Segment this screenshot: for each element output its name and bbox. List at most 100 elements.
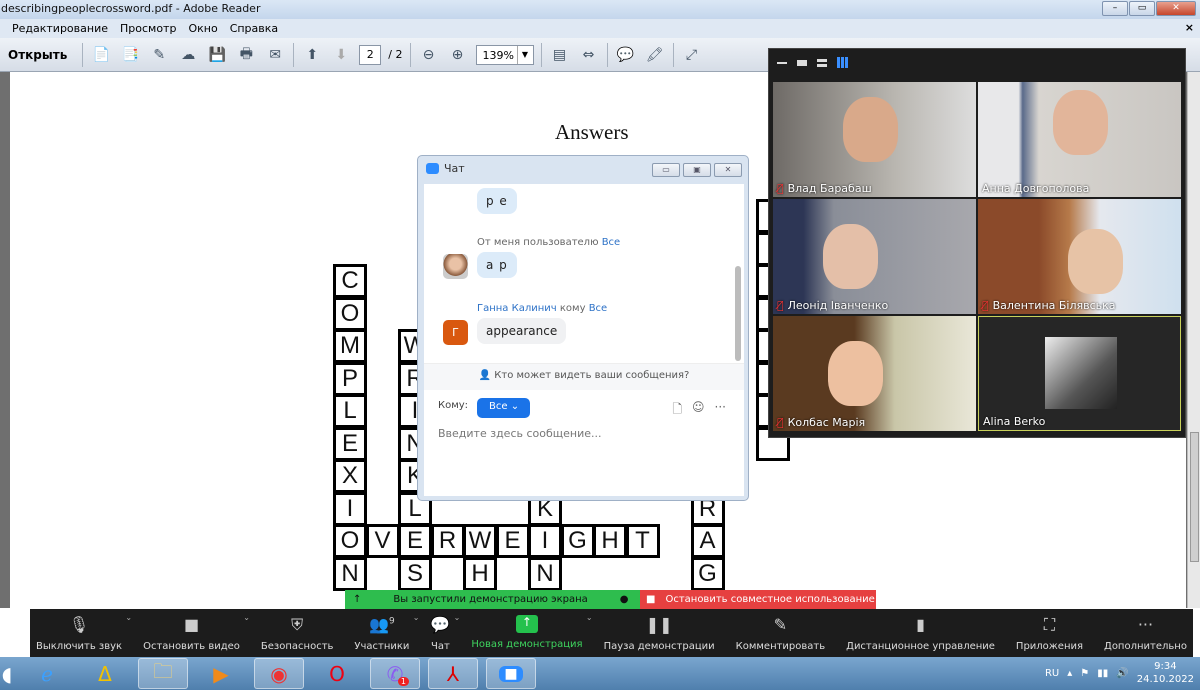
recipient-select[interactable]: Все ⌄: [477, 398, 530, 418]
control-participants[interactable]: 👥9 ⌄ Участники: [354, 609, 419, 657]
next-page-icon[interactable]: ⬇: [330, 44, 352, 66]
close-button[interactable]: ✕: [1156, 1, 1196, 16]
create-pdf-icon[interactable]: 📄: [90, 44, 112, 66]
privacy-link[interactable]: 👤 Кто может видеть ваши сообщения?: [424, 363, 744, 390]
crossword-cell: E: [333, 426, 367, 461]
zoom-in-icon[interactable]: ⊕: [447, 44, 469, 66]
page-heading: Answers: [555, 120, 629, 144]
hide-video-icon[interactable]: [777, 61, 787, 64]
network-icon[interactable]: ▮▮: [1097, 668, 1108, 679]
chat-scrollbar[interactable]: [735, 266, 741, 361]
volume-icon[interactable]: 🔊: [1116, 668, 1128, 679]
speaker-view-icon[interactable]: [797, 59, 807, 66]
email-icon[interactable]: ✉: [264, 44, 286, 66]
zoom-app-icon[interactable]: ■: [486, 658, 536, 689]
save-icon[interactable]: 💾: [206, 44, 228, 66]
chevron-down-icon[interactable]: ⌄: [125, 613, 132, 622]
minimize-button[interactable]: –: [1102, 1, 1128, 16]
crossword-cell: E: [495, 524, 530, 558]
highlight-icon[interactable]: 🖍: [644, 44, 666, 66]
fit-page-icon[interactable]: ▤: [549, 44, 571, 66]
chevron-down-icon[interactable]: ⌄: [413, 613, 420, 622]
menu-window[interactable]: Окно: [188, 22, 217, 38]
document-scrollbar[interactable]: [1187, 72, 1200, 608]
strip-view-icon[interactable]: [817, 58, 827, 67]
control-shield[interactable]: ⛨ Безопасность: [261, 609, 334, 657]
gallery-view-icon[interactable]: [837, 57, 848, 68]
previous-page-icon[interactable]: ⬆: [301, 44, 323, 66]
adobe-reader-icon[interactable]: ⅄: [428, 658, 478, 689]
participants-icon: 👥9: [369, 615, 395, 634]
divider: [409, 42, 411, 67]
message-input[interactable]: Введите здесь сообщение...: [438, 427, 602, 440]
control-microphone[interactable]: 🎙 ⌄ Выключить звук: [36, 609, 132, 657]
menu-edit[interactable]: Редактирование: [12, 22, 108, 38]
shield-check-icon: ●: [619, 594, 629, 605]
chevron-down-icon[interactable]: ⌄: [454, 613, 461, 622]
participant-tile[interactable]: 🎙̸ Валентина Білявська: [978, 199, 1181, 314]
language-indicator[interactable]: RU: [1045, 668, 1059, 679]
zoom-out-icon[interactable]: ⊖: [418, 44, 440, 66]
video-gallery: 🎙̸ Влад Барабаш Анна Довгополова 🎙̸ Леонід І…: [768, 48, 1186, 438]
stop-share-button[interactable]: ■ Остановить совместное использование: [640, 590, 876, 609]
media-player-icon[interactable]: ▶: [196, 658, 246, 689]
upload-icon[interactable]: ☁: [177, 44, 199, 66]
open-button[interactable]: Открыть: [8, 48, 67, 62]
sign-icon[interactable]: ✎: [148, 44, 170, 66]
chevron-down-icon[interactable]: ⌄: [243, 613, 250, 622]
file-explorer-icon[interactable]: 🗀: [138, 658, 188, 689]
scrollbar-thumb[interactable]: [1190, 432, 1199, 562]
participant-name: 🎙̸ Валентина Білявська: [982, 299, 1116, 312]
control-chat[interactable]: 💬 ⌄ Чат: [430, 609, 460, 657]
action-center-icon[interactable]: ⚑: [1080, 668, 1089, 679]
opera-icon[interactable]: O: [312, 658, 362, 689]
muted-mic-icon: 🎙̸: [777, 299, 784, 312]
control-mouse[interactable]: ▮ Дистанционное управление: [846, 609, 995, 657]
maximize-button[interactable]: ▣: [683, 163, 711, 177]
control-pencil[interactable]: ✎ Комментировать: [736, 609, 826, 657]
crossword-cell: X: [333, 459, 367, 493]
zoom-value: 139%: [482, 48, 514, 62]
fit-width-icon[interactable]: ⇔: [578, 44, 600, 66]
menu-help[interactable]: Справка: [230, 22, 278, 38]
chevron-down-icon[interactable]: ⌄: [586, 613, 593, 622]
control-pause[interactable]: ❚❚ Пауза демонстрации: [604, 609, 715, 657]
start-button[interactable]: ◖: [0, 658, 14, 689]
aimp-icon[interactable]: Δ: [80, 658, 130, 689]
combine-pdf-icon[interactable]: 📑: [119, 44, 141, 66]
zoom-select[interactable]: 139% ▼: [475, 44, 534, 65]
menu-view[interactable]: Просмотр: [120, 22, 176, 38]
internet-explorer-icon[interactable]: ℯ: [22, 658, 72, 689]
participant-tile[interactable]: Анна Довгополова: [978, 82, 1181, 197]
control-share-screen[interactable]: ↑ ⌄ Новая демонстрация: [471, 609, 592, 657]
participant-tile[interactable]: 🎙̸ Колбас Марія: [773, 316, 976, 431]
control-apps[interactable]: ⛶ Приложения: [1016, 609, 1083, 657]
mouse-icon: ▮: [916, 615, 925, 634]
participant-tile[interactable]: 🎙̸ Леонід Іванченко: [773, 199, 976, 314]
viber-icon[interactable]: ✆ 1: [370, 658, 420, 689]
minimize-button[interactable]: ▭: [652, 163, 680, 177]
comment-icon[interactable]: 💬: [615, 44, 637, 66]
print-icon[interactable]: 🖶: [235, 44, 257, 66]
control-label: Пауза демонстрации: [603, 641, 715, 652]
maximize-button[interactable]: ▭: [1129, 1, 1155, 16]
page-number-input[interactable]: 2: [359, 44, 382, 65]
show-hidden-icons[interactable]: ▴: [1067, 668, 1072, 679]
more-icon[interactable]: ···: [715, 400, 726, 421]
clock[interactable]: 9:34 24.10.2022: [1137, 660, 1194, 686]
emoji-icon[interactable]: ☺: [692, 400, 705, 421]
participant-tile[interactable]: 🎙̸ Влад Барабаш: [773, 82, 976, 197]
fullscreen-icon[interactable]: ⤢: [681, 44, 703, 66]
participant-tile[interactable]: Alina Berko: [978, 316, 1181, 431]
title-bar: describingpeoplecrossword.pdf - Adobe Re…: [0, 0, 1200, 19]
control-more[interactable]: ··· Дополнительно: [1104, 609, 1187, 657]
file-icon[interactable]: 🗋: [672, 400, 682, 421]
chevron-down-icon[interactable]: ▼: [516, 45, 533, 64]
system-tray: RU ▴ ⚑ ▮▮ 🔊 9:34 24.10.2022: [1045, 660, 1194, 686]
participant-video: [1068, 229, 1123, 294]
message-meta: Ганна Калинич кому Все: [477, 303, 608, 314]
chrome-icon[interactable]: ◉: [254, 658, 304, 689]
control-video-camera[interactable]: ■ ⌄ Остановить видео: [143, 609, 250, 657]
close-button[interactable]: ✕: [714, 163, 742, 177]
close-document-icon[interactable]: ×: [1185, 21, 1194, 34]
